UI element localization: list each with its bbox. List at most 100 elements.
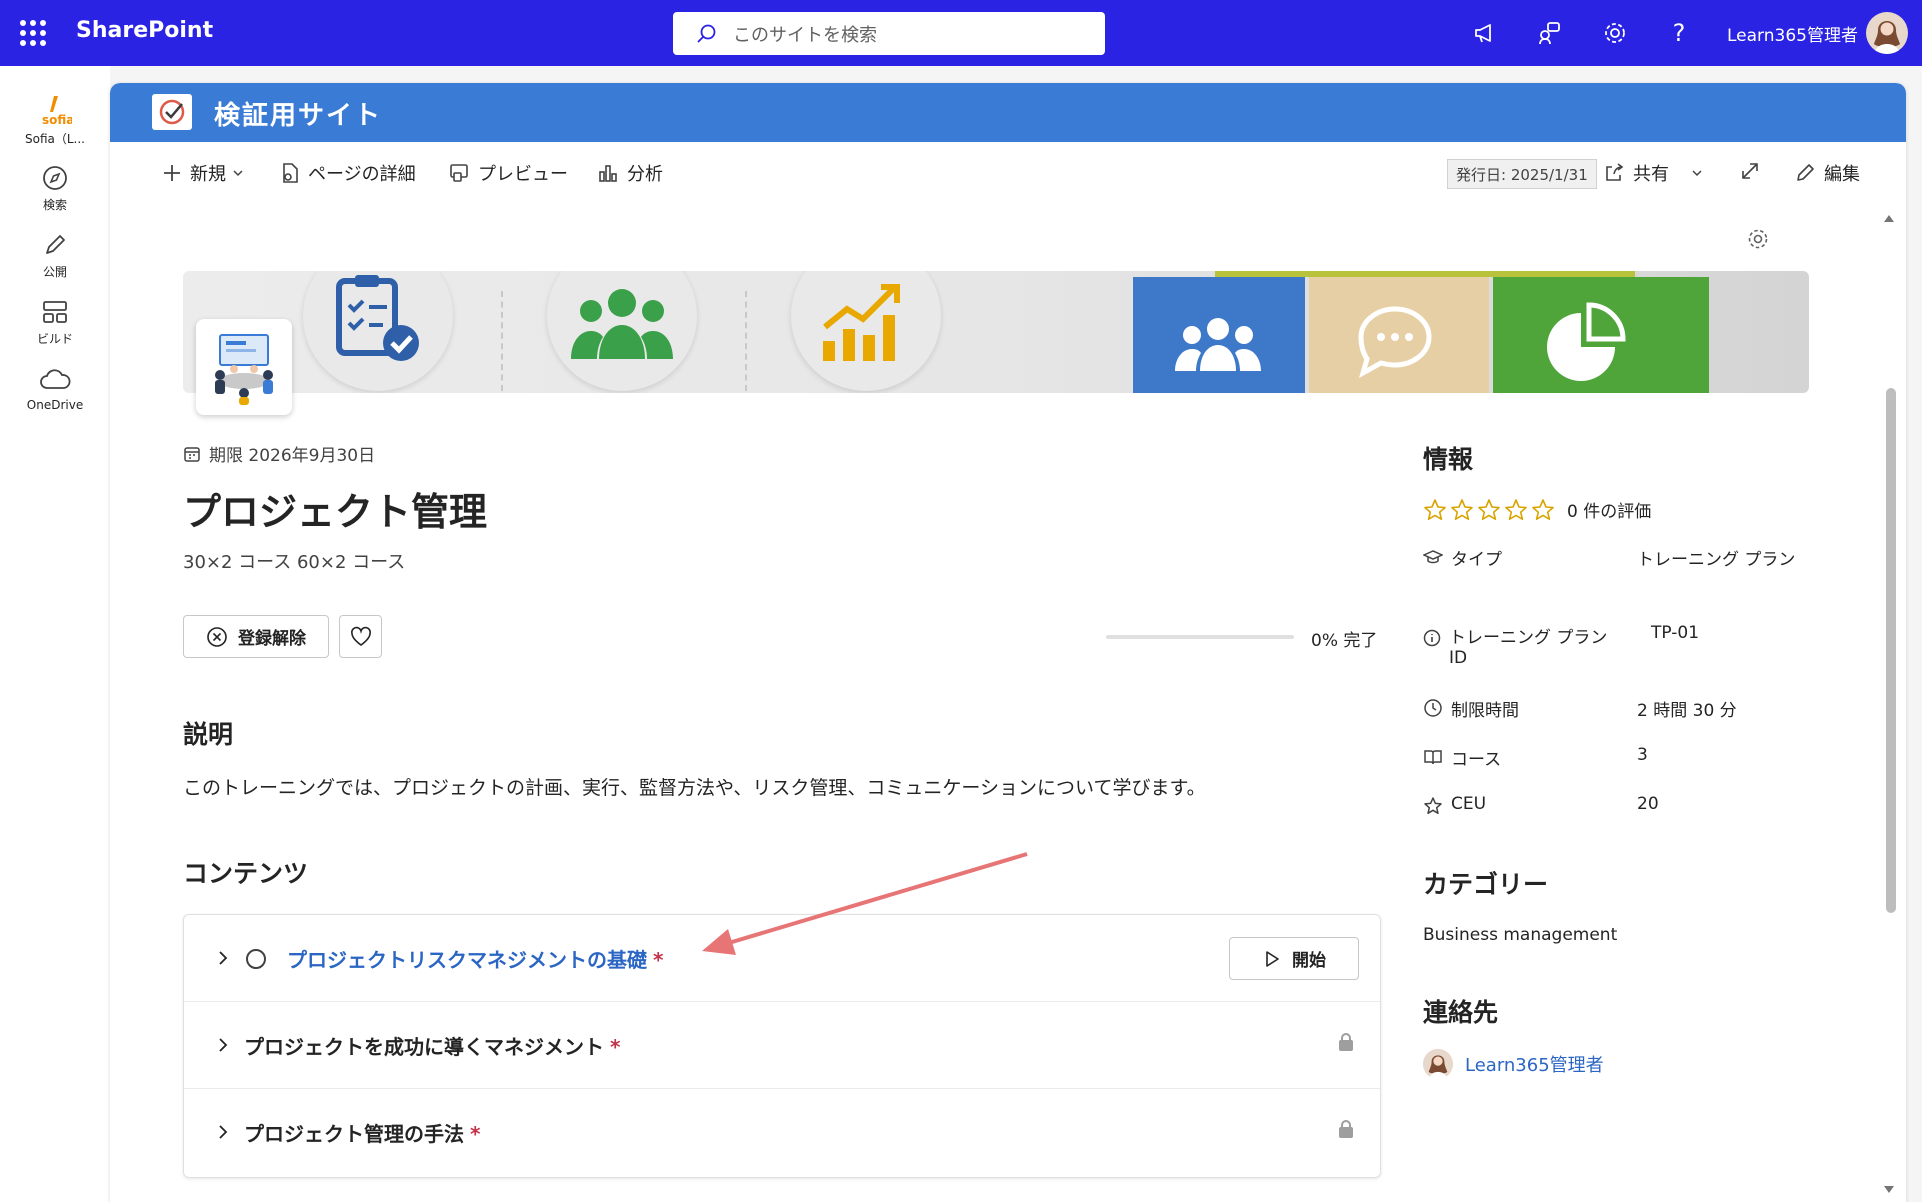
share-label: 共有 <box>1633 164 1669 185</box>
help-icon[interactable]: ? <box>1664 18 1694 48</box>
expand-button[interactable] <box>1739 160 1769 182</box>
svg-text:sofia: sofia <box>42 113 72 126</box>
clock-icon <box>1424 699 1442 717</box>
info-value: 20 <box>1637 794 1659 814</box>
rail-item-search[interactable]: 検索 <box>0 164 110 213</box>
preview-button[interactable]: プレビュー <box>448 160 568 186</box>
connections-icon[interactable] <box>1535 18 1565 48</box>
suite-bar: SharePoint このサイトを検索 ? Learn365管理者 <box>0 0 1922 66</box>
contact-person[interactable]: Learn365管理者 <box>1423 1049 1604 1079</box>
unenroll-label: 登録解除 <box>238 629 306 649</box>
scroll-down-arrow[interactable] <box>1883 1185 1895 1195</box>
search-input[interactable]: このサイトを検索 <box>673 12 1105 55</box>
scrollbar-thumb[interactable] <box>1886 388 1896 913</box>
megaphone-icon[interactable] <box>1470 18 1500 48</box>
rail-label: Sofia（L... <box>24 132 85 146</box>
pie-chart-icon <box>1547 302 1626 381</box>
analytics-button[interactable]: 分析 <box>597 160 663 186</box>
people-circle <box>547 271 697 391</box>
info-time-row: 制限時間 2 時間 30 分 <box>1423 696 1807 721</box>
meeting-illustration-icon <box>215 334 273 405</box>
pen-icon <box>46 235 65 254</box>
left-app-bar: sofia Sofia（L... 検索 公開 ビルド OneDrive <box>0 66 110 1202</box>
layout-grid-icon <box>43 301 67 323</box>
section-settings-icon[interactable] <box>1746 227 1770 251</box>
scroll-up-arrow[interactable] <box>1883 213 1895 223</box>
site-title[interactable]: 検証用サイト <box>214 95 382 132</box>
banner-divider <box>745 291 747 391</box>
info-ceu-row: CEU 20 <box>1423 794 1807 816</box>
preview-label: プレビュー <box>478 164 568 185</box>
search-icon <box>697 24 716 43</box>
info-type-row: タイプ トレーニング プラン <box>1423 545 1807 570</box>
settings-gear-icon[interactable] <box>1600 18 1630 48</box>
clipboard-check-icon <box>336 275 419 361</box>
page-details-button[interactable]: ページの詳細 <box>280 160 416 186</box>
contact-avatar <box>1423 1049 1453 1079</box>
rail-item-build[interactable]: ビルド <box>0 298 110 347</box>
star-rating-icons[interactable] <box>1423 498 1557 522</box>
cloud-icon <box>40 369 71 389</box>
user-avatar[interactable] <box>1866 12 1908 54</box>
info-courses-row: コース 3 <box>1423 745 1807 770</box>
people-group-icon <box>571 289 673 359</box>
circle-x-icon <box>207 626 227 647</box>
rail-item-publish[interactable]: 公開 <box>0 231 110 280</box>
user-name[interactable]: Learn365管理者 <box>1727 21 1858 46</box>
chevron-right-icon[interactable] <box>214 1123 232 1141</box>
sofia-logo-icon: sofia <box>42 96 72 126</box>
info-value: TP-01 <box>1651 623 1700 643</box>
star-outline-icon <box>1424 797 1442 815</box>
start-button[interactable]: 開始 <box>1229 937 1359 980</box>
rating[interactable]: 0 件の評価 <box>1423 497 1651 522</box>
rail-item-sofia[interactable]: sofia Sofia（L... <box>0 94 110 147</box>
share-button[interactable]: 共有 <box>1603 160 1711 186</box>
info-plan-id-row: トレーニング プラン ID TP-01 <box>1423 623 1821 668</box>
due-date: 期限 2026年9月30日 <box>183 441 375 466</box>
training-subtitle: 30×2 コース 60×2 コース <box>183 552 406 573</box>
info-key: コース <box>1451 750 1502 770</box>
info-heading: 情報 <box>1423 445 1474 474</box>
page-title: プロジェクト管理 <box>183 490 488 534</box>
rail-item-onedrive[interactable]: OneDrive <box>0 366 110 412</box>
rail-label: 公開 <box>42 265 67 279</box>
chevron-right-icon[interactable] <box>214 949 232 967</box>
app-launcher-icon[interactable] <box>20 20 46 46</box>
edit-label: 編集 <box>1824 164 1860 185</box>
content-item[interactable]: プロジェクト管理の手法 * <box>184 1089 1380 1176</box>
compass-icon <box>43 166 67 190</box>
chat-bubbles-icon <box>1358 306 1432 379</box>
expand-icon <box>1742 163 1758 179</box>
contact-name: Learn365管理者 <box>1465 1055 1604 1076</box>
rail-label: 検索 <box>42 198 67 212</box>
hero-banner-image <box>183 271 1809 393</box>
growth-chart-icon <box>823 284 900 361</box>
info-value: 2 時間 30 分 <box>1637 701 1737 721</box>
chevron-right-icon[interactable] <box>214 1036 232 1054</box>
checkmark-circle-icon <box>159 99 185 125</box>
content-item-title[interactable]: プロジェクトリスクマネジメントの基礎 * <box>287 944 663 973</box>
unenroll-button[interactable]: 登録解除 <box>183 615 329 658</box>
content-item[interactable]: プロジェクトリスクマネジメントの基礎 * 開始 <box>184 915 1380 1002</box>
app-name[interactable]: SharePoint <box>76 18 213 43</box>
rail-label: OneDrive <box>26 398 84 412</box>
command-bar: 新規 ページの詳細 プレビュー 分析 発行日: 2025/1/31 共有 編集 <box>110 142 1906 198</box>
people-icon <box>1175 318 1261 371</box>
info-key: タイプ <box>1451 550 1502 570</box>
due-date-text: 期限 2026年9月30日 <box>209 446 376 466</box>
content-item[interactable]: プロジェクトを成功に導くマネジメント * <box>184 1002 1380 1089</box>
edit-button[interactable]: 編集 <box>1794 160 1860 186</box>
category-value: Business management <box>1423 925 1618 945</box>
favorite-button[interactable] <box>339 615 382 658</box>
info-key: トレーニング プラン ID <box>1449 628 1608 668</box>
progress-label: 0% 完了 <box>1311 631 1378 651</box>
info-key: CEU <box>1451 794 1487 814</box>
new-button[interactable]: 新規 <box>162 160 252 186</box>
site-logo[interactable] <box>152 94 192 130</box>
page-details-label: ページの詳細 <box>308 164 416 185</box>
heart-icon <box>350 626 371 646</box>
search-placeholder: このサイトを検索 <box>733 24 877 46</box>
content-item-title: プロジェクトを成功に導くマネジメント * <box>244 1035 621 1059</box>
required-mark: * <box>470 1122 481 1146</box>
pencil-icon <box>1797 164 1814 181</box>
